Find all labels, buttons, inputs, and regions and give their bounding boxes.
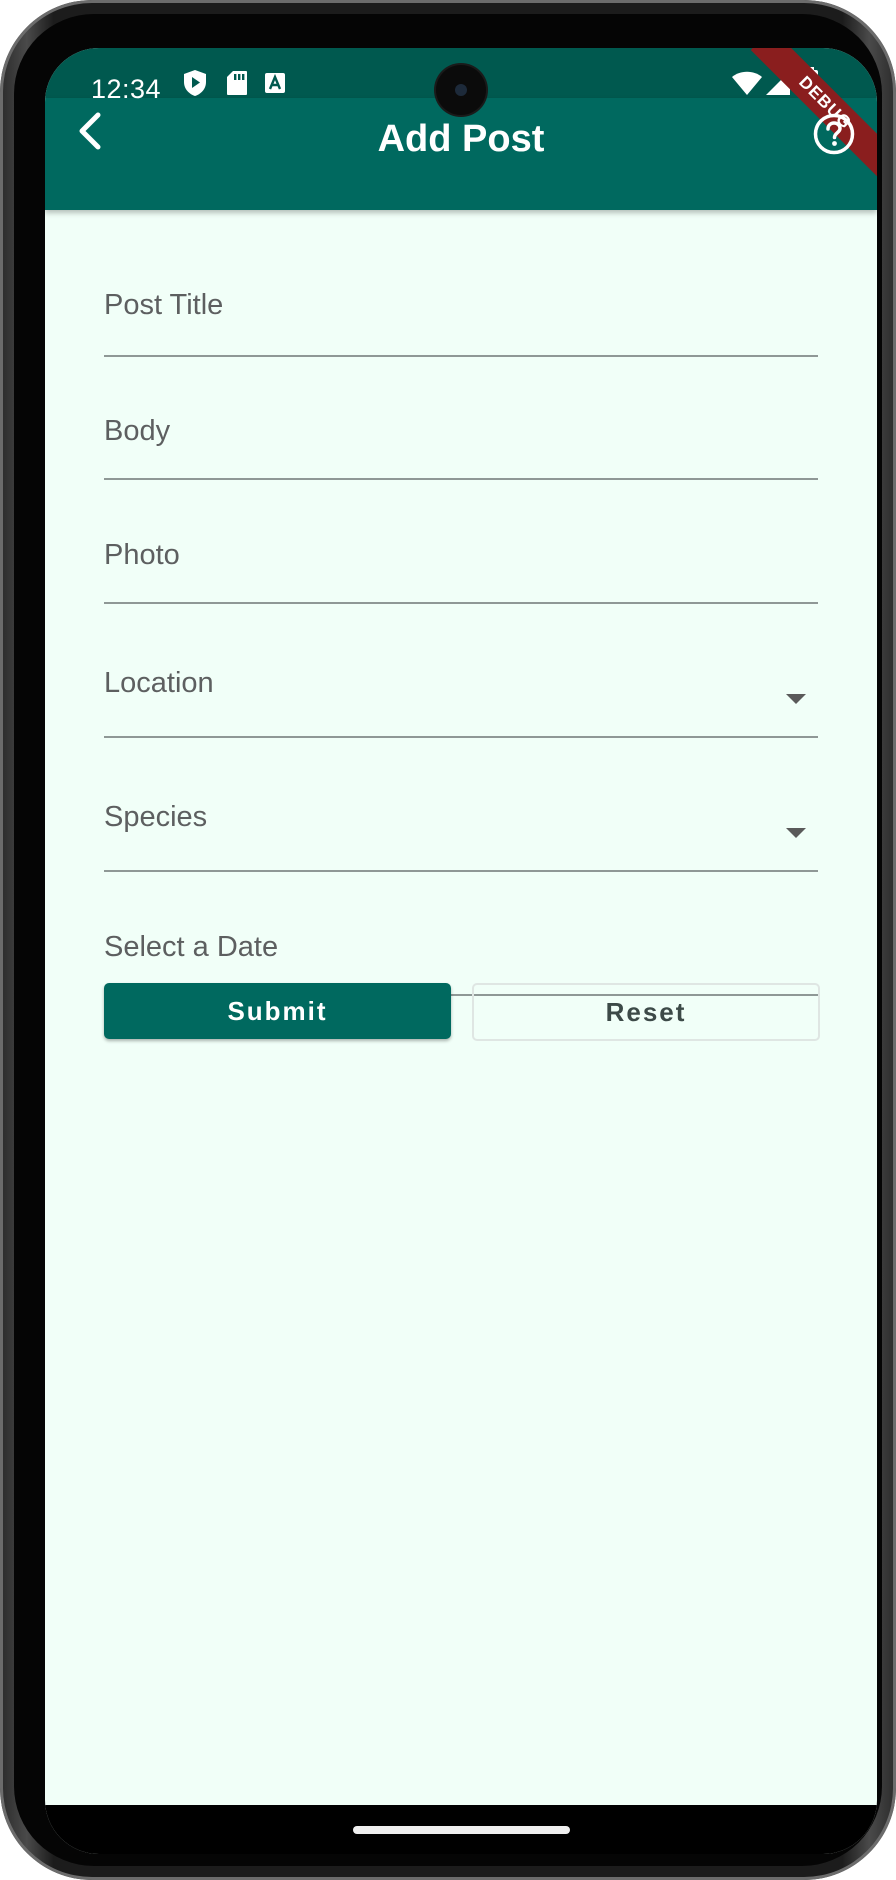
chevron-down-icon xyxy=(786,828,806,838)
sd-card-icon xyxy=(226,70,248,101)
phone-frame: 12:34 DEBUG Add Post Post Title Body Pho… xyxy=(0,0,896,1880)
wifi-icon xyxy=(731,70,763,101)
date-label: Select a Date xyxy=(104,931,279,963)
submit-button[interactable]: Submit xyxy=(104,983,451,1039)
page-title: Add Post xyxy=(377,118,545,160)
species-dropdown[interactable]: Species xyxy=(104,757,818,872)
location-dropdown[interactable]: Location xyxy=(104,623,818,738)
date-field[interactable]: Select a Date xyxy=(104,891,818,996)
reset-button[interactable]: Reset xyxy=(472,983,820,1041)
front-camera xyxy=(436,65,486,115)
location-label: Location xyxy=(104,667,214,699)
post-title-label: Post Title xyxy=(104,289,224,321)
body-field[interactable]: Body xyxy=(104,375,818,480)
help-circle-icon xyxy=(813,113,855,155)
navigation-bar xyxy=(45,1805,877,1854)
phone-bezel: 12:34 DEBUG Add Post Post Title Body Pho… xyxy=(14,14,882,1866)
home-gesture-handle[interactable] xyxy=(353,1826,570,1834)
post-title-field[interactable]: Post Title xyxy=(104,248,818,357)
species-label: Species xyxy=(104,801,208,833)
photo-label: Photo xyxy=(104,539,180,571)
a-box-icon xyxy=(264,72,286,99)
photo-field[interactable]: Photo xyxy=(104,499,818,604)
shield-play-icon xyxy=(182,69,208,102)
body-label: Body xyxy=(104,415,171,447)
screen: 12:34 DEBUG Add Post Post Title Body Pho… xyxy=(45,48,877,1854)
chevron-down-icon xyxy=(786,694,806,704)
status-time: 12:34 xyxy=(91,74,162,104)
help-button[interactable] xyxy=(812,112,856,156)
